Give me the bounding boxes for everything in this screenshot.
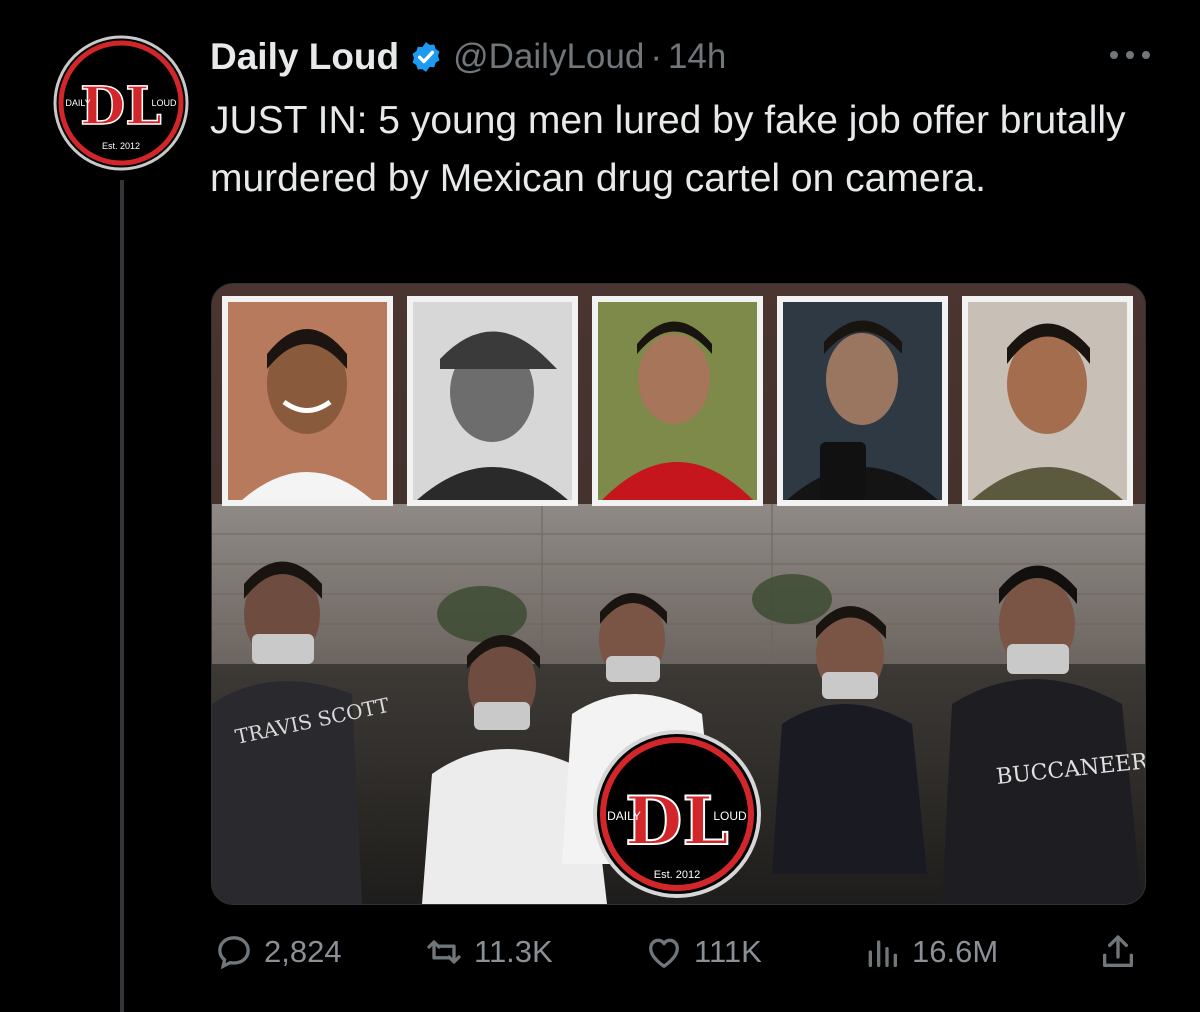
repost-arrows-icon — [427, 940, 461, 964]
author-name[interactable]: Daily Loud — [210, 36, 399, 78]
reply-button[interactable]: 2,824 — [214, 922, 342, 982]
thread-line — [120, 180, 124, 1012]
like-button[interactable]: 111K — [644, 922, 762, 982]
watermark-est: Est. 2012 — [654, 869, 700, 881]
watermark-right-word: LOUD — [713, 809, 747, 823]
avatar-logo-est: Est. 2012 — [102, 141, 140, 151]
tweet-text: JUST IN: 5 young men lured by fake job o… — [210, 99, 1126, 200]
victim-photo-1 — [222, 296, 393, 506]
avatar-logo-letters: DL — [80, 76, 162, 137]
header-separator: · — [650, 37, 662, 76]
daily-loud-watermark-logo: DL DAILY LOUD Est. 2012 — [593, 730, 761, 898]
bar-chart-icon — [868, 940, 897, 967]
victim-photo-3 — [592, 296, 763, 506]
verified-badge-icon[interactable] — [409, 40, 443, 74]
victim-photo-5 — [962, 296, 1133, 506]
author-avatar[interactable]: DL DAILY LOUD Est. 2012 — [52, 34, 190, 172]
tweet-header: Daily Loud @DailyLoud · 14h — [210, 32, 726, 82]
heart-icon — [649, 938, 679, 968]
repost-count: 11.3K — [474, 934, 553, 969]
daily-loud-logo: DL DAILY LOUD Est. 2012 — [53, 35, 189, 171]
avatar-logo-right-word: LOUD — [151, 98, 177, 108]
speech-bubble-icon — [218, 936, 250, 970]
author-handle[interactable]: @DailyLoud — [453, 37, 644, 77]
media-image: TRAVIS SCOTT BUCCANEER DL DAILY LOUD Est… — [212, 284, 1145, 904]
tweet-timestamp[interactable]: 14h — [668, 37, 726, 77]
repost-button[interactable]: 11.3K — [424, 922, 553, 982]
victim-photo-4 — [777, 296, 948, 506]
reply-count: 2,824 — [264, 934, 342, 969]
watermark-left-word: DAILY — [607, 809, 641, 823]
ellipsis-icon[interactable] — [1110, 40, 1150, 70]
avatar-logo-left-word: DAILY — [65, 98, 90, 108]
like-count: 111K — [694, 934, 762, 969]
views-count: 16.6M — [912, 934, 999, 969]
share-button[interactable] — [1098, 922, 1148, 982]
tweet-actions: 2,824 11.3K 111K 16.6M — [214, 922, 1144, 982]
tweet-media[interactable]: TRAVIS SCOTT BUCCANEER DL DAILY LOUD Est… — [211, 283, 1146, 905]
share-upload-icon — [1103, 935, 1133, 967]
views-button[interactable]: 16.6M — [862, 922, 998, 982]
victim-photo-2 — [407, 296, 578, 506]
